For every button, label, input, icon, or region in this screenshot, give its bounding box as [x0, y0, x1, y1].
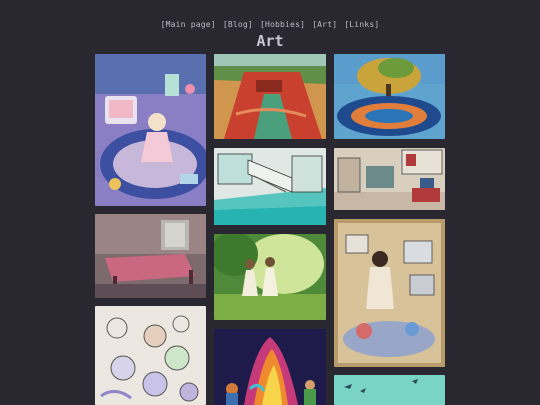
artwork-girl-with-cat-tv[interactable]	[95, 54, 206, 206]
nav-link-main-page[interactable]: [Main page]	[161, 20, 216, 29]
artwork-teal-water[interactable]	[334, 375, 445, 405]
nav-link-art[interactable]: [Art]	[312, 20, 337, 29]
artwork-colorful-fire[interactable]	[214, 329, 326, 405]
artwork-tree-pond[interactable]	[334, 54, 445, 139]
artwork-red-canyon-stream[interactable]	[214, 54, 326, 139]
artwork-pool-building[interactable]	[214, 148, 326, 225]
artwork-bedroom[interactable]	[95, 214, 206, 298]
page-title: Art	[256, 32, 284, 50]
nav-link-links[interactable]: [Links]	[344, 20, 379, 29]
artwork-figures-with-tvs[interactable]	[334, 219, 445, 367]
artwork-room-interior[interactable]	[334, 148, 445, 210]
artwork-sketchbook-faces[interactable]	[95, 306, 206, 405]
top-nav: [Main page] [Blog] [Hobbies] [Art] [Link…	[0, 20, 540, 29]
nav-link-hobbies[interactable]: [Hobbies]	[260, 20, 305, 29]
nav-link-blog[interactable]: [Blog]	[223, 20, 253, 29]
artwork-girls-in-forest[interactable]	[214, 234, 326, 320]
